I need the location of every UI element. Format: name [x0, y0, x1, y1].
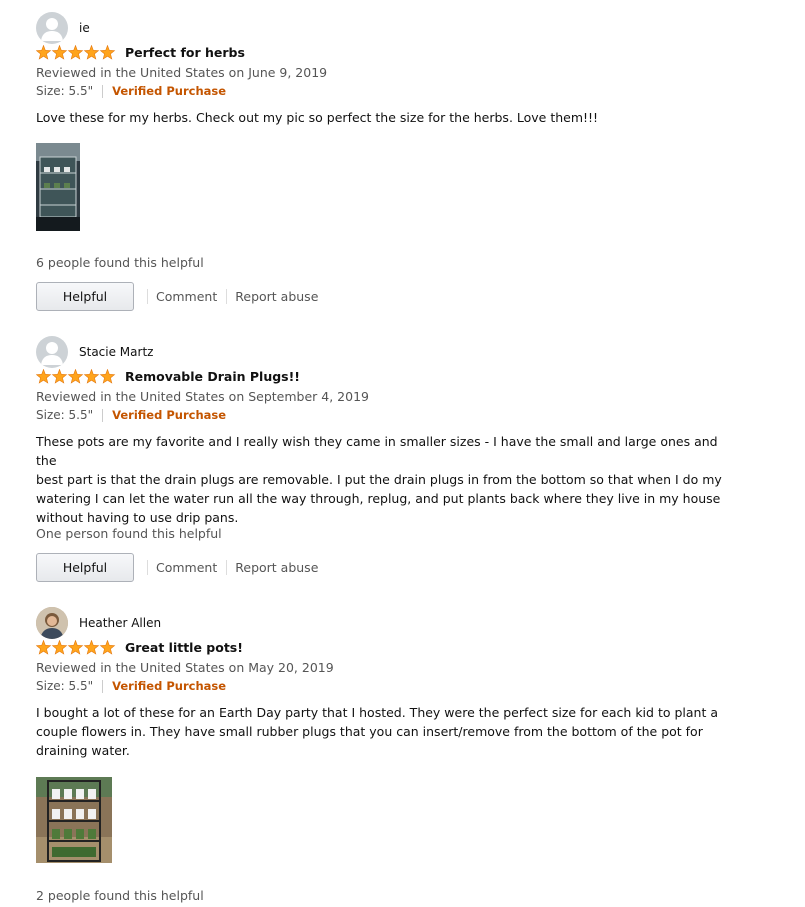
helpful-count: 2 people found this helpful — [36, 888, 204, 903]
reviewer-name: ie — [79, 20, 90, 35]
default-avatar-icon — [41, 342, 63, 365]
reviewer-profile[interactable]: Heather Allen — [36, 607, 161, 639]
divider — [226, 560, 228, 575]
divider — [102, 409, 104, 422]
star-rating-icon — [36, 640, 116, 655]
review-text-line: couple flowers in. They have small rubbe… — [36, 724, 703, 739]
review-title[interactable]: Removable Drain Plugs!! — [125, 367, 300, 386]
star-rating-icon — [36, 369, 116, 384]
comment-link[interactable]: Comment — [156, 287, 217, 306]
review-actions: Helpful Comment Report abuse — [36, 282, 318, 311]
review-body: Love these for my herbs. Check out my pi… — [36, 108, 726, 127]
reviewer-name: Stacie Martz — [79, 344, 154, 359]
verified-purchase-badge: Verified Purchase — [112, 679, 227, 693]
review-photo[interactable] — [36, 143, 80, 231]
helpful-count: One person found this helpful — [36, 526, 222, 541]
divider — [147, 560, 148, 575]
verified-purchase-badge: Verified Purchase — [112, 408, 227, 422]
review-text-line: These pots are my favorite and I really … — [36, 434, 718, 468]
review-text-line: watering I can let the water run all the… — [36, 491, 721, 506]
divider — [147, 289, 148, 304]
reviewer-profile[interactable]: Stacie Martz — [36, 336, 153, 368]
reviewer-name: Heather Allen — [79, 615, 162, 630]
helpful-button[interactable]: Helpful — [36, 553, 134, 582]
avatar — [36, 12, 68, 44]
review-photo[interactable] — [36, 777, 112, 863]
divider — [102, 680, 104, 693]
review-date: Reviewed in the United States on Septemb… — [36, 389, 369, 404]
review-title[interactable]: Great little pots! — [125, 638, 243, 657]
profile-photo-icon — [36, 607, 68, 639]
helpful-count: 6 people found this helpful — [36, 255, 204, 270]
star-rating-icon — [36, 45, 116, 60]
review-text-line: Love these for my herbs. Check out my pi… — [36, 110, 599, 125]
review-text-line: I bought a lot of these for an Earth Day… — [36, 705, 718, 720]
size-label: Size: 5.5" — [36, 84, 94, 98]
default-avatar-icon — [41, 18, 63, 41]
divider — [102, 85, 104, 98]
review-meta: Size: 5.5" Verified Purchase — [36, 406, 226, 425]
review-meta: Size: 5.5" Verified Purchase — [36, 677, 226, 696]
avatar — [36, 336, 68, 368]
reviewer-profile[interactable]: ie — [36, 12, 90, 44]
review-body: I bought a lot of these for an Earth Day… — [36, 703, 726, 760]
review-text-line: best part is that the drain plugs are re… — [36, 472, 722, 487]
report-abuse-link[interactable]: Report abuse — [235, 287, 318, 306]
review-body: These pots are my favorite and I really … — [36, 432, 726, 527]
review-actions: Helpful Comment Report abuse — [36, 553, 318, 582]
report-abuse-link[interactable]: Report abuse — [235, 558, 318, 577]
size-label: Size: 5.5" — [36, 408, 94, 422]
divider — [226, 289, 228, 304]
review-date: Reviewed in the United States on May 20,… — [36, 660, 334, 675]
review-text-line: draining water. — [36, 743, 130, 758]
avatar — [36, 607, 68, 639]
size-label: Size: 5.5" — [36, 679, 94, 693]
verified-purchase-badge: Verified Purchase — [112, 84, 227, 98]
review-date: Reviewed in the United States on June 9,… — [36, 65, 328, 80]
comment-link[interactable]: Comment — [156, 558, 217, 577]
review-title[interactable]: Perfect for herbs — [125, 43, 245, 62]
helpful-button[interactable]: Helpful — [36, 282, 134, 311]
review-meta: Size: 5.5" Verified Purchase — [36, 82, 226, 101]
